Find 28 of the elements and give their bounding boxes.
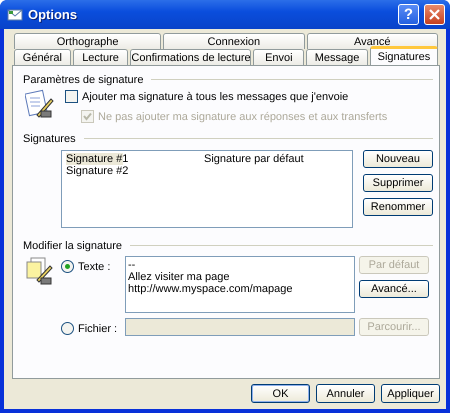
button[interactable]: Renommer: [363, 198, 433, 216]
radio-label: Texte :: [78, 260, 110, 272]
button[interactable]: Supprimer: [363, 174, 433, 192]
tab[interactable]: Confirmations de lecture: [130, 49, 252, 65]
window-title: Options: [28, 7, 78, 22]
tab[interactable]: Orthographe: [14, 33, 162, 49]
tab[interactable]: Général: [14, 49, 71, 65]
tab[interactable]: Message: [306, 49, 368, 65]
button[interactable]: Annuler: [316, 384, 375, 403]
button[interactable]: Nouveau: [363, 150, 433, 168]
tab[interactable]: Signatures: [370, 46, 438, 65]
group-label: Signatures: [23, 132, 76, 144]
checkbox-label: Ne pas ajouter ma signature aux réponses et aux transferts: [98, 110, 388, 122]
tab[interactable]: Envoi: [253, 49, 304, 65]
tab[interactable]: Avancé: [306, 33, 438, 49]
group-label: Paramètres de signature: [23, 74, 144, 86]
button[interactable]: Appliquer: [381, 384, 440, 403]
button[interactable]: Avancé...: [359, 280, 429, 298]
button[interactable]: OK: [251, 384, 310, 403]
tab[interactable]: Lecture: [72, 49, 128, 65]
checkbox-label: Ajouter ma signature à tous les messages que j'envoie: [82, 90, 348, 102]
group-label: Modifier la signature: [23, 240, 122, 252]
list-item[interactable]: Signature #2: [66, 165, 204, 177]
tab[interactable]: Connexion: [163, 33, 304, 49]
radio-label: Fichier :: [78, 322, 118, 334]
signature-text-field[interactable]: -- Allez visiter ma page http://www.myspace.com/mapage: [125, 256, 355, 313]
list-cell: Signature par défaut: [204, 153, 304, 165]
help-button[interactable]: ?: [398, 4, 419, 25]
